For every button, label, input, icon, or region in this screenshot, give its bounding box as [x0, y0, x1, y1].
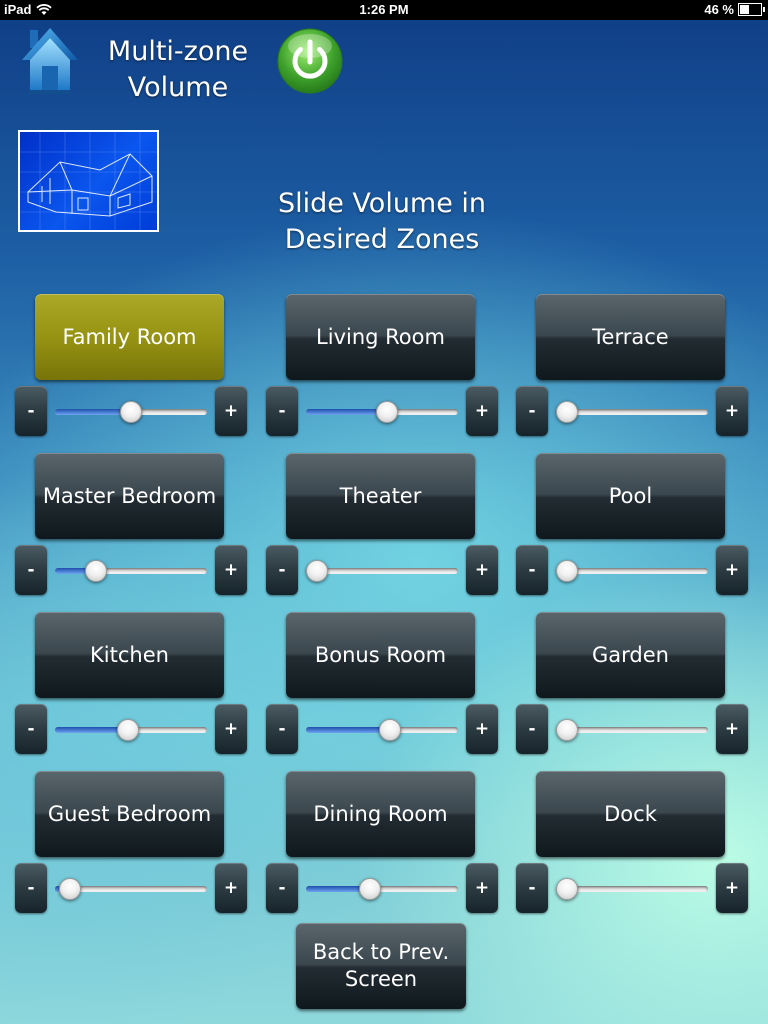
volume-slider[interactable] — [556, 401, 708, 423]
volume-slider[interactable] — [306, 719, 458, 741]
zone-button[interactable]: Bonus Room — [286, 612, 475, 698]
volume-slider[interactable] — [556, 878, 708, 900]
volume-slider-thumb[interactable] — [556, 401, 578, 423]
zone-button[interactable]: Family Room — [35, 294, 224, 380]
zone-button[interactable]: Dock — [536, 771, 725, 857]
volume-slider-thumb[interactable] — [556, 878, 578, 900]
page-title: Multi-zone Volume — [107, 36, 249, 103]
status-right: 46 % — [704, 2, 765, 17]
volume-slider-thumb[interactable] — [306, 560, 328, 582]
zone-button[interactable]: Garden — [536, 612, 725, 698]
zone-button[interactable]: Master Bedroom — [35, 453, 224, 539]
volume-slider[interactable] — [306, 878, 458, 900]
volume-up-button[interactable]: + — [716, 386, 748, 436]
volume-slider-thumb[interactable] — [378, 719, 401, 741]
volume-slider-thumb[interactable] — [84, 560, 107, 582]
volume-up-button[interactable]: + — [466, 545, 498, 595]
zone-button[interactable]: Pool — [536, 453, 725, 539]
instructions-text: Slide Volume in Desired Zones — [277, 188, 487, 255]
volume-up-button[interactable]: + — [215, 386, 247, 436]
volume-down-button[interactable]: - — [266, 704, 298, 754]
volume-up-button[interactable]: + — [716, 863, 748, 913]
zone-button[interactable]: Terrace — [536, 294, 725, 380]
power-icon — [277, 28, 343, 94]
volume-down-button[interactable]: - — [15, 386, 47, 436]
volume-slider[interactable] — [55, 560, 207, 582]
volume-down-button[interactable]: - — [266, 386, 298, 436]
volume-slider[interactable] — [306, 560, 458, 582]
house-blueprint-image[interactable] — [18, 130, 159, 232]
volume-down-button[interactable]: - — [266, 545, 298, 595]
battery-percent: 46 % — [704, 2, 734, 17]
power-button[interactable] — [277, 28, 343, 94]
volume-down-button[interactable]: - — [266, 863, 298, 913]
volume-slider-thumb[interactable] — [58, 878, 81, 900]
volume-up-button[interactable]: + — [716, 545, 748, 595]
status-bar: iPad 1:26 PM 46 % — [0, 0, 768, 20]
volume-slider[interactable] — [55, 719, 207, 741]
volume-slider-thumb[interactable] — [556, 560, 578, 582]
status-time: 1:26 PM — [359, 2, 409, 17]
volume-up-button[interactable]: + — [466, 386, 498, 436]
volume-up-button[interactable]: + — [215, 704, 247, 754]
volume-down-button[interactable]: - — [15, 863, 47, 913]
zone-button[interactable]: Kitchen — [35, 612, 224, 698]
zone-button[interactable]: Theater — [286, 453, 475, 539]
volume-slider-thumb[interactable] — [120, 401, 142, 423]
volume-up-button[interactable]: + — [215, 545, 247, 595]
home-icon[interactable] — [20, 26, 80, 96]
volume-slider[interactable] — [556, 719, 708, 741]
volume-down-button[interactable]: - — [516, 545, 548, 595]
volume-down-button[interactable]: - — [15, 704, 47, 754]
volume-slider[interactable] — [556, 560, 708, 582]
volume-down-button[interactable]: - — [15, 545, 47, 595]
volume-slider[interactable] — [55, 878, 207, 900]
volume-slider[interactable] — [55, 401, 207, 423]
volume-slider-thumb[interactable] — [376, 401, 399, 423]
volume-down-button[interactable]: - — [516, 704, 548, 754]
battery-icon — [738, 3, 765, 16]
volume-slider-thumb[interactable] — [359, 878, 382, 900]
battery-level — [740, 5, 750, 14]
back-button[interactable]: Back to Prev. Screen — [296, 923, 466, 1009]
volume-up-button[interactable]: + — [466, 704, 498, 754]
zone-button[interactable]: Living Room — [286, 294, 475, 380]
volume-slider[interactable] — [306, 401, 458, 423]
volume-down-button[interactable]: - — [516, 863, 548, 913]
volume-up-button[interactable]: + — [466, 863, 498, 913]
volume-slider-thumb[interactable] — [117, 719, 140, 741]
volume-slider-thumb[interactable] — [556, 719, 578, 741]
volume-up-button[interactable]: + — [215, 863, 247, 913]
volume-up-button[interactable]: + — [716, 704, 748, 754]
volume-down-button[interactable]: - — [516, 386, 548, 436]
zone-button[interactable]: Dining Room — [286, 771, 475, 857]
zone-button[interactable]: Guest Bedroom — [35, 771, 224, 857]
